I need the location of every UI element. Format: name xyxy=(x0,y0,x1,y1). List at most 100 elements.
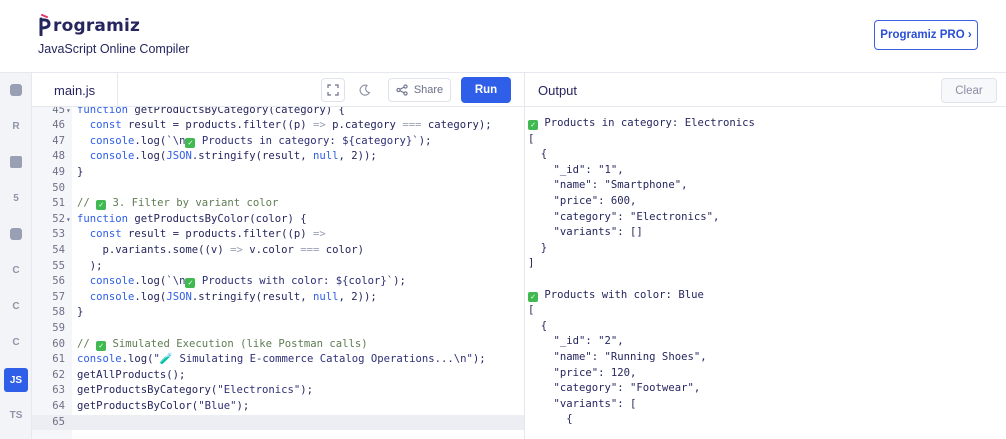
line-number: 46 xyxy=(52,119,65,132)
code-line[interactable]: 50 xyxy=(32,181,524,197)
file-tab-main-js[interactable]: main.js xyxy=(32,73,119,107)
code-editor[interactable]: 45 ▾ function getProductsByCategory(catego… xyxy=(32,107,524,439)
fullscreen-button[interactable] xyxy=(321,78,345,102)
top-header: rogramiz JavaScript Online Compiler Prog… xyxy=(0,0,1006,73)
line-number: 64 xyxy=(52,399,65,412)
language-c[interactable]: C xyxy=(4,258,28,282)
share-label: Share xyxy=(413,84,444,96)
code-line[interactable]: 60 // ✓ Simulated Execution (like Postman… xyxy=(32,337,524,353)
line-number: 47 xyxy=(52,134,65,147)
code-text: getProductsByCategory("Electronics"); xyxy=(77,384,314,397)
code-text: p.variants.some((v) => v.color === color… xyxy=(77,243,365,256)
code-text: function getProductsByCategory(category)… xyxy=(77,107,345,116)
code-line[interactable]: 64 getProductsByColor("Blue"); xyxy=(32,399,524,415)
csharp-icon: C xyxy=(12,336,20,348)
output-line: "name": "Running Shoes", xyxy=(528,351,707,363)
line-number: 49 xyxy=(52,165,65,178)
python-icon xyxy=(10,84,22,96)
output-toolbar: Output Clear xyxy=(525,73,1006,107)
code-text: console.log(JSON.stringify(result, null,… xyxy=(89,150,377,163)
output-line: { xyxy=(528,319,548,332)
output-line: "category": "Electronics", xyxy=(528,210,720,223)
code-text: console.log(`\n ✓ Products in category: $… xyxy=(89,134,432,148)
line-number: 60 xyxy=(52,337,65,350)
code-line[interactable]: 53 const result = products.filter((p) => xyxy=(32,227,524,243)
line-number: 48 xyxy=(52,150,65,163)
programiz-logo[interactable]: rogramiz xyxy=(38,14,141,37)
programiz-pro-button[interactable]: Programiz PRO › xyxy=(874,20,978,50)
run-button[interactable]: Run xyxy=(461,77,511,103)
code-line[interactable]: 47 console.log(`\n ✓ Products in category… xyxy=(32,134,524,150)
language-html[interactable]: 5 xyxy=(4,186,28,210)
output-line: { xyxy=(528,413,573,426)
line-number: 58 xyxy=(52,306,65,319)
line-number: 59 xyxy=(52,321,65,334)
theme-toggle-button[interactable] xyxy=(353,78,377,102)
code-text: // ✓ Simulated Execution (like Postman c… xyxy=(77,337,368,351)
logo-text: rogramiz xyxy=(53,16,141,36)
output-line: "_id": "1", xyxy=(528,163,624,176)
output-line: [ xyxy=(528,304,535,317)
output-line: ✓ Products in category: Electronics xyxy=(528,116,755,132)
code-text: getProductsByColor("Blue"); xyxy=(77,399,250,412)
output-line: "_id": "2", xyxy=(528,335,624,348)
code-line[interactable]: 55 ); xyxy=(32,259,524,275)
line-number: 50 xyxy=(52,181,65,194)
code-text: function getProductsByColor(color) { xyxy=(77,212,307,225)
line-number: 52 xyxy=(52,212,65,225)
html5-icon: 5 xyxy=(13,192,19,204)
clear-button[interactable]: Clear xyxy=(941,78,997,103)
code-line[interactable]: 58} xyxy=(32,305,524,321)
code-line[interactable]: 48 console.log(JSON.stringify(result, nu… xyxy=(32,149,524,165)
output-line: "variants": [ xyxy=(528,397,637,410)
code-line[interactable]: 45 ▾ function getProductsByCategory(catego… xyxy=(32,107,524,118)
code-line[interactable]: 57 console.log(JSON.stringify(result, nu… xyxy=(32,290,524,306)
language-java[interactable] xyxy=(4,222,28,246)
code-line[interactable]: 54 p.variants.some((v) => v.color === co… xyxy=(32,243,524,259)
language-python[interactable] xyxy=(4,78,28,102)
code-line[interactable]: 51 // ✓ 3. Filter by variant color xyxy=(32,196,524,212)
r-icon: R xyxy=(12,120,20,132)
line-number: 62 xyxy=(52,368,65,381)
language-csharp[interactable]: C xyxy=(4,330,28,354)
language-r[interactable]: R xyxy=(4,114,28,138)
code-text: getAllProducts(); xyxy=(77,368,186,381)
line-number: 53 xyxy=(52,228,65,241)
output-line: { xyxy=(528,148,548,161)
language-sql[interactable] xyxy=(4,150,28,174)
output-line: ✓ Products with color: Blue xyxy=(528,288,704,304)
js-icon: JS xyxy=(9,374,23,386)
line-number: 57 xyxy=(52,290,65,303)
output-line: "price": 600, xyxy=(528,195,637,207)
line-number: 51 xyxy=(52,197,65,210)
language-cpp[interactable]: C xyxy=(4,294,28,318)
language-typescript[interactable]: TS xyxy=(4,403,28,427)
code-line[interactable]: 62 getAllProducts(); xyxy=(32,368,524,384)
share-button[interactable]: Share xyxy=(388,78,451,102)
output-line: ] xyxy=(528,257,535,270)
java-icon xyxy=(10,228,22,240)
code-line[interactable]: 61 console.log("🧪 Simulating E-commerce C… xyxy=(32,352,524,368)
code-text: console.log(JSON.stringify(result, null,… xyxy=(89,290,377,303)
code-line[interactable]: 63 getProductsByCategory("Electronics"); xyxy=(32,383,524,399)
line-number: 63 xyxy=(52,384,65,397)
code-line[interactable]: 56 console.log(`\n ✓ Products with color:… xyxy=(32,274,524,290)
code-line[interactable]: 49} xyxy=(32,165,524,181)
editor-toolbar: main.js Share Run xyxy=(32,73,524,107)
panel-divider[interactable] xyxy=(524,73,525,439)
c-icon: C xyxy=(12,264,20,276)
code-text: console.log(`\n ✓ Products with color: ${… xyxy=(89,275,406,289)
line-number: 54 xyxy=(52,243,65,256)
line-number: 56 xyxy=(52,275,65,288)
code-line[interactable]: 65 xyxy=(32,414,524,431)
code-line[interactable]: 52 ▾ function getProductsByColor(color) { xyxy=(32,212,524,228)
code-line[interactable]: 46 const result = products.filter((p) =>… xyxy=(32,118,524,134)
fold-arrow-icon[interactable]: ▾ xyxy=(66,212,71,228)
code-line[interactable]: 59 xyxy=(32,321,524,337)
code-text: ); xyxy=(77,259,103,272)
moon-icon xyxy=(359,84,371,96)
language-javascript[interactable]: JS xyxy=(4,368,28,392)
code-text: } xyxy=(77,165,84,178)
output-line: "price": 120, xyxy=(528,366,637,379)
fold-arrow-icon[interactable]: ▾ xyxy=(66,107,71,118)
